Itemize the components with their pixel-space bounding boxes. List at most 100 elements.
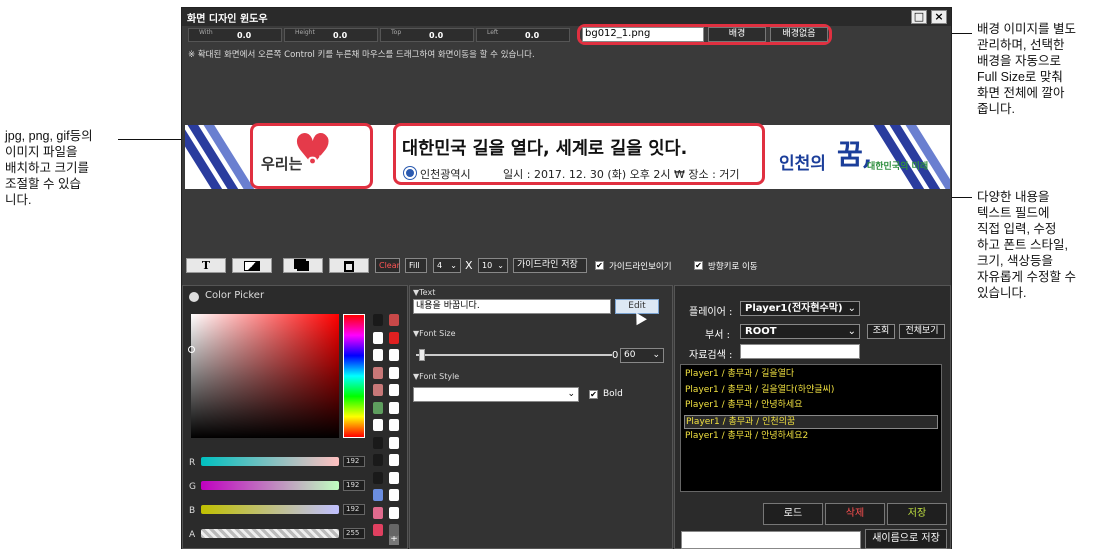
list-item[interactable]: Player1 / 총무과 / 길을열다: [684, 368, 938, 382]
color-swatch[interactable]: [373, 314, 383, 326]
left-value: 0.0: [525, 31, 540, 40]
list-item[interactable]: Player1 / 총무과 / 안녕하세요: [684, 399, 938, 413]
color-swatch[interactable]: [389, 349, 399, 361]
delete-button[interactable]: 삭제: [825, 503, 885, 525]
background-file-input[interactable]: bg012_1.png: [582, 27, 704, 42]
color-swatch[interactable]: [389, 314, 399, 326]
player-panel: 플레이어 : Player1(전자현수막) ⌄ 부서 : ROOT ⌄ 조회 전체보…: [674, 285, 951, 549]
save-as-button[interactable]: 새이름으로 저장: [865, 529, 947, 549]
r-value[interactable]: 192: [343, 456, 365, 467]
color-swatch[interactable]: [373, 401, 383, 414]
dept-select[interactable]: ROOT ⌄: [740, 324, 860, 339]
color-field[interactable]: [191, 314, 339, 438]
query-button[interactable]: 조회: [867, 324, 895, 339]
player-select[interactable]: Player1(전자현수막) ⌄: [740, 301, 860, 316]
clear-button[interactable]: Clear: [375, 258, 400, 273]
hue-bar[interactable]: [343, 314, 365, 438]
list-item[interactable]: Player1 / 총무과 / 길을열다(하얀글씨): [684, 384, 938, 398]
bold-label: Bold: [603, 389, 623, 399]
color-swatch[interactable]: [389, 524, 399, 536]
dept-label: 부서 :: [705, 330, 730, 341]
grid-x-value: 4: [437, 261, 443, 270]
list-item[interactable]: Player1 / 총무과 / 안녕하세요2: [684, 430, 938, 444]
add-text-button[interactable]: T: [186, 258, 226, 273]
show-guide-checkbox[interactable]: ✔: [595, 261, 604, 270]
color-swatch[interactable]: [389, 436, 399, 449]
font-size-thumb[interactable]: [419, 349, 425, 361]
text-icon: T: [201, 259, 211, 272]
search-input[interactable]: [740, 344, 860, 359]
maximize-button[interactable]: □: [911, 10, 927, 24]
bold-checkbox[interactable]: ✔: [589, 390, 598, 399]
grid-x-select[interactable]: 4 ⌄: [433, 258, 461, 273]
dept-value: ROOT: [745, 326, 777, 337]
color-picker-title: Color Picker: [205, 290, 265, 301]
trash-icon: [344, 261, 354, 272]
font-size-value: 60: [624, 350, 636, 360]
font-size-track[interactable]: [416, 354, 612, 356]
color-field-cursor[interactable]: [188, 346, 195, 353]
color-swatch[interactable]: [373, 419, 383, 431]
text-input[interactable]: 내용을 바꿉니다.: [413, 299, 611, 314]
color-swatch[interactable]: [389, 401, 399, 414]
color-swatch[interactable]: [373, 349, 383, 361]
grid-y-select[interactable]: 10 ⌄: [478, 258, 508, 273]
color-swatch[interactable]: [373, 524, 383, 536]
color-swatch[interactable]: [389, 366, 399, 379]
top-field[interactable]: Top 0.0: [380, 28, 474, 42]
color-swatch[interactable]: [373, 366, 383, 379]
arrow-move-checkbox[interactable]: ✔: [694, 261, 703, 270]
font-style-select[interactable]: ⌄: [413, 387, 579, 402]
view-all-button[interactable]: 전체보기: [899, 324, 945, 339]
color-swatch[interactable]: [389, 471, 399, 484]
load-button[interactable]: 로드: [763, 503, 823, 525]
save-guide-button[interactable]: 가이드라인 저장: [513, 258, 587, 273]
copy-icon: [297, 261, 309, 271]
copy-button[interactable]: [283, 258, 323, 273]
color-swatch[interactable]: [373, 436, 383, 449]
color-swatch[interactable]: [389, 419, 399, 431]
color-swatch[interactable]: [389, 454, 399, 466]
chevron-down-icon: ⌄: [450, 261, 457, 270]
a-slider[interactable]: [201, 529, 339, 538]
font-style-section-label: ▼Font Style: [413, 372, 460, 381]
color-swatch[interactable]: [373, 506, 383, 519]
b-slider[interactable]: [201, 505, 339, 514]
close-button[interactable]: ×: [931, 10, 947, 24]
font-size-min: 0: [612, 350, 619, 361]
background-button[interactable]: 배경: [708, 27, 766, 42]
left-field[interactable]: Left 0.0: [476, 28, 570, 42]
x-label: X: [465, 259, 473, 272]
color-swatch[interactable]: [389, 384, 399, 396]
chevron-down-icon: ⌄: [847, 303, 856, 314]
height-field[interactable]: Height 0.0: [284, 28, 378, 42]
fill-button[interactable]: Fill: [405, 258, 427, 273]
no-background-button[interactable]: 배경없음: [770, 27, 828, 42]
b-value[interactable]: 192: [343, 504, 365, 515]
height-value: 0.0: [333, 31, 348, 40]
list-item[interactable]: Player1 / 총무과 / 인천의꿈: [684, 414, 938, 429]
color-swatch[interactable]: [389, 506, 399, 519]
a-value[interactable]: 255: [343, 528, 365, 539]
color-swatch[interactable]: [389, 331, 399, 344]
width-label: With: [199, 29, 213, 36]
g-value[interactable]: 192: [343, 480, 365, 491]
b-label: B: [189, 506, 196, 516]
r-slider[interactable]: [201, 457, 339, 466]
save-button[interactable]: 저장: [887, 503, 947, 525]
color-swatch[interactable]: [373, 471, 383, 484]
color-swatch[interactable]: [373, 454, 383, 466]
add-image-button[interactable]: [232, 258, 272, 273]
g-label: G: [189, 482, 196, 492]
font-size-select[interactable]: 60 ⌄: [620, 348, 664, 363]
chevron-down-icon: ⌄: [652, 350, 660, 360]
color-swatch[interactable]: [373, 384, 383, 396]
delete-element-button[interactable]: [329, 258, 369, 273]
g-slider[interactable]: [201, 481, 339, 490]
width-field[interactable]: With 0.0: [188, 28, 282, 42]
color-swatch[interactable]: [389, 489, 399, 501]
new-name-input[interactable]: [681, 531, 861, 549]
r-label: R: [189, 458, 196, 468]
color-swatch[interactable]: [373, 489, 383, 501]
color-swatch[interactable]: [373, 331, 383, 344]
